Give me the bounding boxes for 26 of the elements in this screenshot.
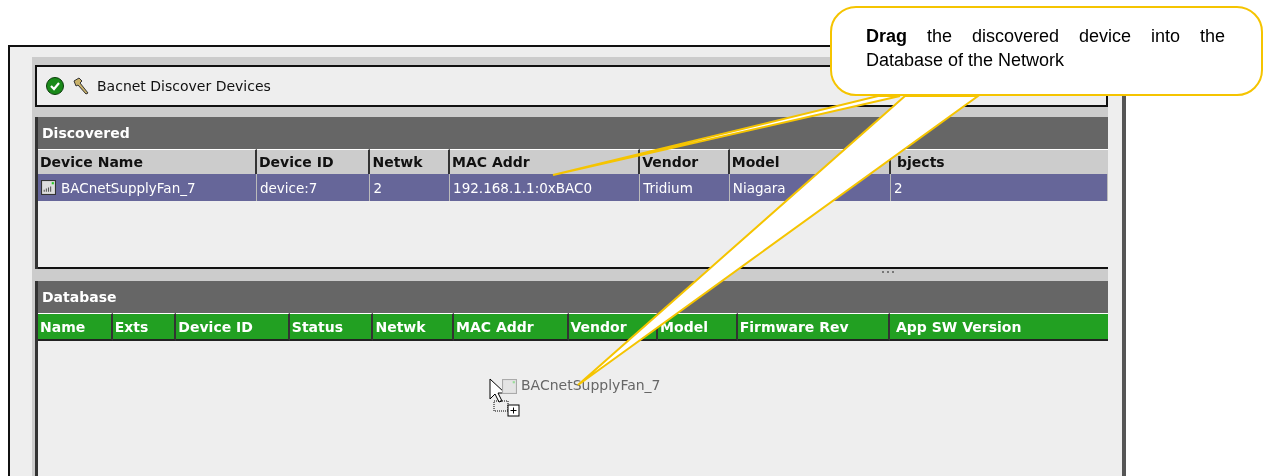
table-cell: device:7 [259,179,318,196]
drag-label: BACnetSupplyFan_7 [521,377,661,393]
column-header[interactable]: Netwk [373,313,455,341]
table-cell: Tridium [643,179,693,196]
hammer-icon [71,76,91,96]
splitter-grip-icon[interactable] [882,271,894,274]
check-icon [45,76,65,96]
device-row[interactable]: BACnetSupplyFan_7 device:7 2 192.168.1.1:0xBAC0 Tridium Niagara 2 [38,174,1108,201]
column-header[interactable]: Status [289,313,374,341]
column-header[interactable]: Exts [112,313,177,341]
column-header[interactable]: App SW Version [890,313,1108,341]
table-cell: 2 [894,179,903,196]
panel-title: Database [38,281,1108,313]
column-header[interactable]: MAC Addr [454,313,569,341]
column-header[interactable]: Name [38,313,113,341]
callout-text: Drag the discovered device into the Database of the Network [866,25,1225,72]
device-icon [41,180,56,195]
panel-title: Discovered [38,117,1108,149]
table-cell: 2 [373,179,383,196]
column-header[interactable]: Firmware Rev [737,313,890,341]
column-header[interactable]: Device ID [176,313,290,341]
device-icon [502,379,517,394]
table-cell: Niagara [732,179,786,196]
toolbar-title: Bacnet Discover Devices [97,78,271,94]
table-cell: BACnetSupplyFan_7 [61,179,196,196]
table-cell: 192.168.1.1:0xBAC0 [453,179,593,196]
